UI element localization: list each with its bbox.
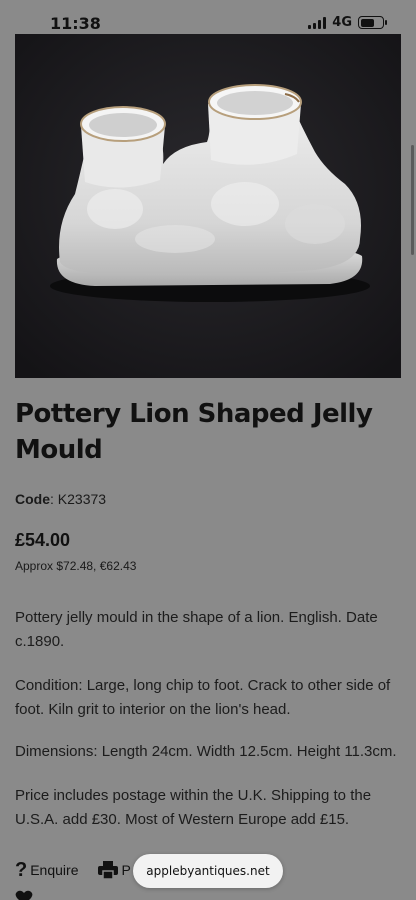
condition-paragraph: Condition: Large, long chip to foot. Cra…: [15, 677, 391, 718]
product-code: Code: K23373: [15, 491, 106, 507]
battery-icon: [358, 16, 387, 29]
status-time: 11:38: [50, 14, 101, 33]
shipping-paragraph: Price includes postage within the U.K. S…: [15, 787, 372, 828]
address-bar[interactable]: applebyantiques.net: [133, 854, 283, 888]
printer-icon: [98, 861, 119, 879]
product-price: £54.00: [15, 530, 71, 550]
heart-icon: [15, 890, 33, 900]
code-label: Code: [15, 491, 50, 507]
question-mark-icon: ?: [15, 859, 28, 881]
scrollbar[interactable]: [411, 145, 414, 255]
code-value: : K23373: [50, 491, 107, 507]
enquire-button[interactable]: ? Enquire: [15, 860, 78, 880]
status-bar: 11:38 4G: [0, 0, 416, 34]
url-text: applebyantiques.net: [146, 864, 270, 878]
print-button[interactable]: P: [98, 861, 131, 879]
signal-icon: [308, 16, 327, 29]
wishlist-button[interactable]: [15, 890, 33, 900]
product-title: Pottery Lion Shaped Jelly Mould: [15, 399, 373, 465]
print-label: P: [121, 862, 131, 878]
enquire-label: Enquire: [30, 862, 79, 878]
network-label: 4G: [332, 15, 352, 30]
product-image[interactable]: [15, 34, 401, 378]
price-conversion: Approx $72.48, €62.43: [15, 559, 137, 573]
product-actions: ? Enquire P: [15, 860, 131, 880]
jelly-mould-photo: [15, 34, 401, 378]
dimensions-paragraph: Dimensions: Length 24cm. Width 12.5cm. H…: [15, 743, 397, 760]
status-indicators: 4G: [308, 15, 387, 30]
description-paragraph: Pottery jelly mould in the shape of a li…: [15, 609, 378, 650]
